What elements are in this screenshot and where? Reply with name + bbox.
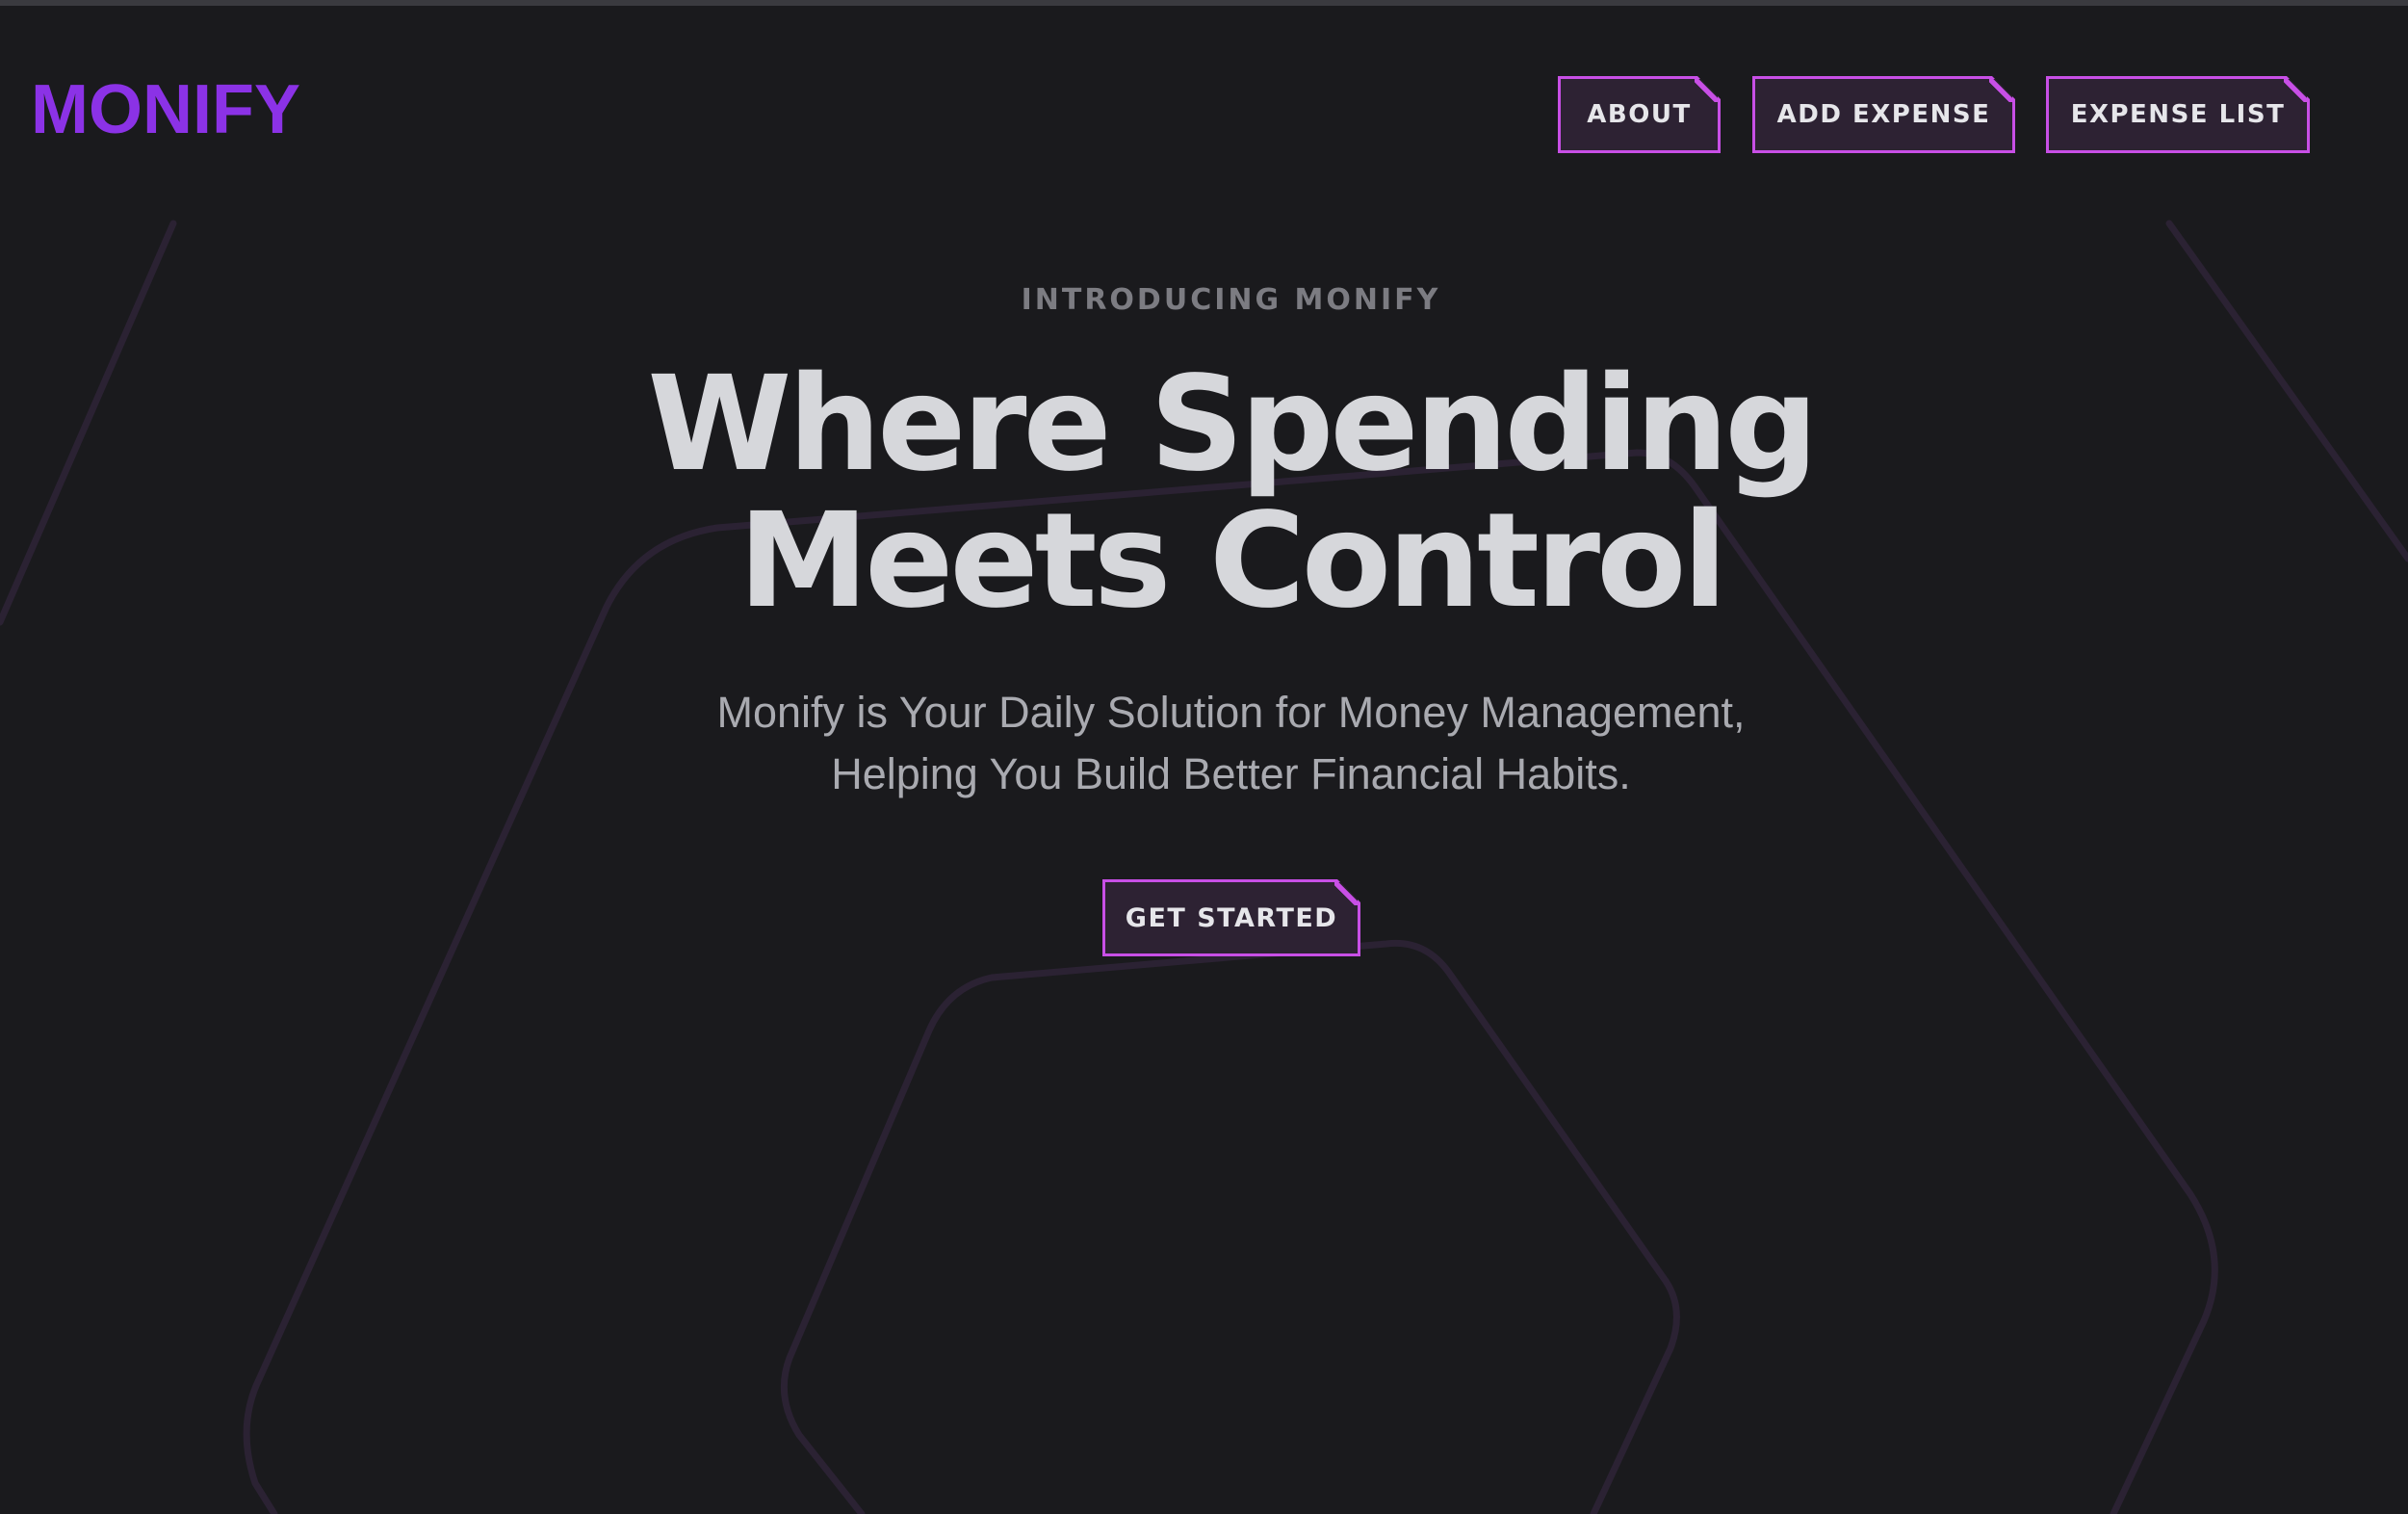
nav-add-expense-button[interactable]: ADD EXPENSE — [1752, 76, 2015, 153]
hero-headline: Where Spending Meets Control — [0, 356, 2408, 630]
hero-headline-line-1: Where Spending — [647, 349, 1818, 501]
decor-hexagon-small — [780, 939, 1680, 1514]
hero-eyebrow: INTRODUCING MONIFY — [1021, 283, 1441, 317]
hero-subtitle-line-1: Monify is Your Daily Solution for Money … — [716, 688, 1746, 737]
hero-subtitle-line-2: Helping You Build Better Financial Habit… — [831, 749, 1631, 798]
nav-about-label: ABOUT — [1587, 100, 1692, 129]
nav-about-button[interactable]: ABOUT — [1558, 76, 1721, 153]
hero-headline-line-2: Meets Control — [738, 485, 1727, 638]
brand-logo[interactable]: MONIFY — [31, 75, 300, 144]
nav-expense-list-label: EXPENSE LIST — [2070, 100, 2286, 129]
nav-expense-list-button[interactable]: EXPENSE LIST — [2046, 76, 2310, 153]
hero-subtitle: Monify is Your Daily Solution for Money … — [0, 682, 2408, 805]
get-started-label: GET STARTED — [1125, 902, 1338, 933]
nav-add-expense-label: ADD EXPENSE — [1776, 100, 1991, 129]
get-started-button[interactable]: GET STARTED — [1102, 879, 1360, 956]
